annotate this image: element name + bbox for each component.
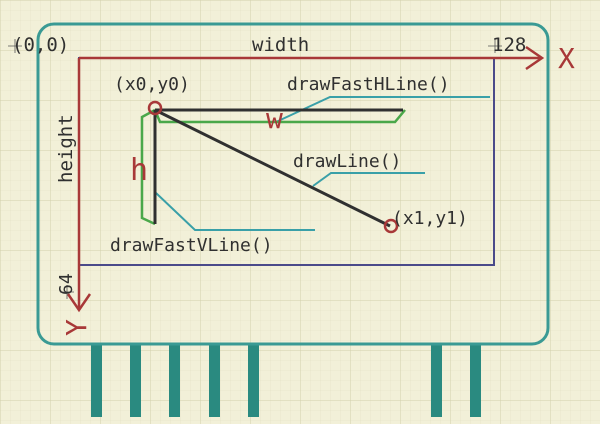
- end-point-label: (x1,y1): [392, 208, 468, 229]
- w-label: w: [266, 102, 283, 135]
- pin-7: [470, 343, 481, 417]
- display-coordinates-diagram: (0,0) width 128 (x0,y0) drawFastHLine() …: [0, 0, 600, 424]
- start-point-label: (x0,y0): [114, 74, 190, 95]
- x-axis-label: X: [558, 42, 575, 75]
- pin-5: [248, 343, 259, 417]
- diagram: (0,0) width 128 (x0,y0) drawFastHLine() …: [0, 0, 600, 424]
- y-axis-label: Y: [60, 319, 93, 336]
- h-label: h: [130, 153, 148, 188]
- line-label: drawLine(): [293, 151, 401, 172]
- pin-2: [130, 343, 141, 417]
- pin-3: [169, 343, 180, 417]
- fast-vline-label: drawFastVLine(): [110, 235, 273, 256]
- pin-1: [91, 343, 102, 417]
- x-max-label: 128: [492, 34, 526, 56]
- height-label: height: [55, 114, 77, 183]
- origin-label: (0,0): [12, 34, 69, 56]
- pin-6: [431, 343, 442, 417]
- pin-4: [209, 343, 220, 417]
- y-max-label: 64: [56, 273, 77, 295]
- grid-background: [0, 0, 600, 424]
- fast-hline-label: drawFastHLine(): [287, 74, 450, 95]
- width-label: width: [252, 34, 309, 56]
